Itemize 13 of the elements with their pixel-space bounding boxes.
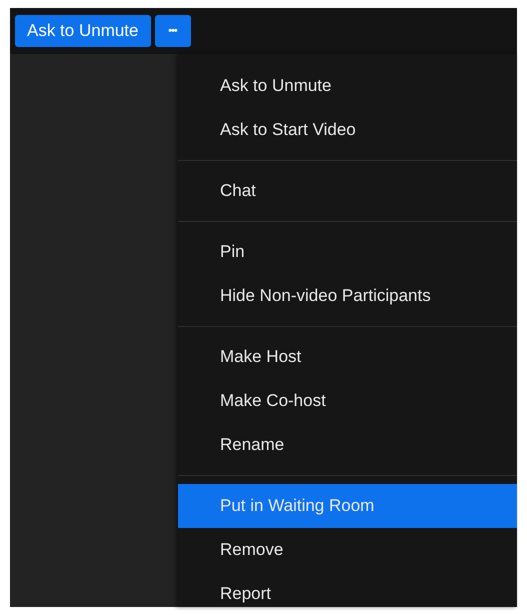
menu-item[interactable]: Ask to Start Video <box>178 108 517 152</box>
menu-item[interactable]: Rename <box>178 423 517 467</box>
menu-item[interactable]: Hide Non-video Participants <box>178 274 517 318</box>
menu-item[interactable]: Remove <box>178 528 517 572</box>
menu-item[interactable]: Make Host <box>178 335 517 379</box>
menu-item[interactable]: Pin <box>178 230 517 274</box>
menu-item[interactable]: Ask to Unmute <box>178 64 517 108</box>
more-button[interactable]: ••• <box>154 15 190 47</box>
menu-item[interactable]: Report <box>178 572 517 607</box>
menu-item[interactable]: Make Co-host <box>178 379 517 423</box>
menu-item[interactable]: Put in Waiting Room <box>178 484 517 528</box>
ask-to-unmute-button[interactable]: Ask to Unmute <box>15 15 150 47</box>
menu-item[interactable]: Chat <box>178 169 517 213</box>
